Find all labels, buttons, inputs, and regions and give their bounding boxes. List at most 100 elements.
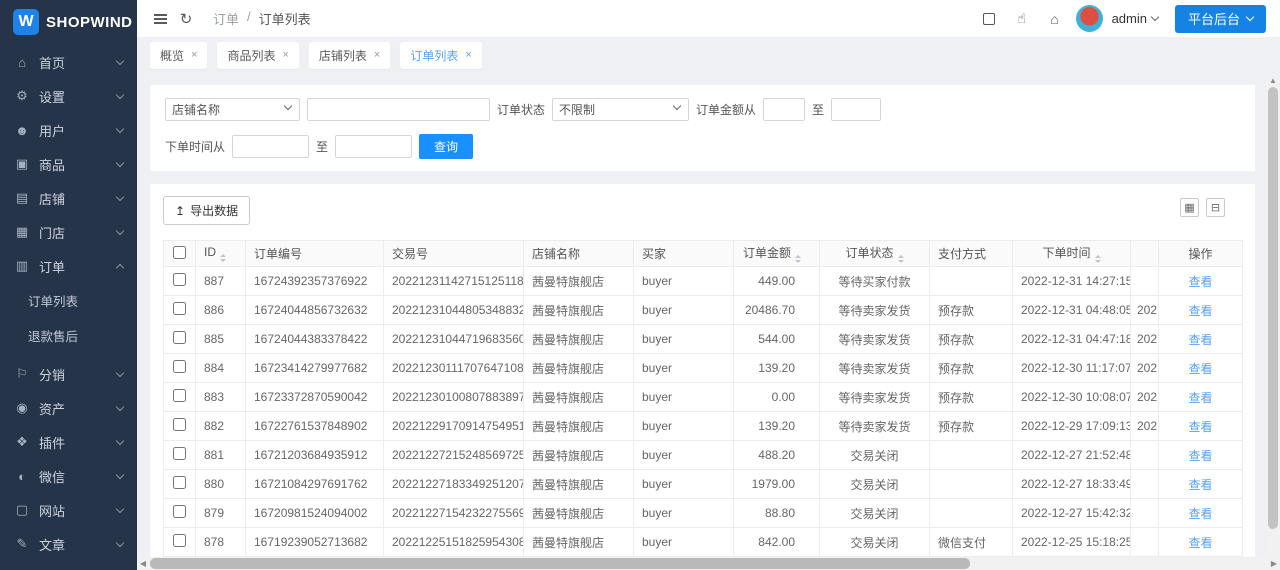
sidebar-item[interactable]: ▤ 店铺 (0, 181, 137, 215)
avatar[interactable] (1075, 5, 1103, 32)
chevron-down-icon (115, 538, 125, 547)
cell-id: 880 (195, 469, 246, 499)
vertical-scrollbar-thumb[interactable] (1268, 87, 1278, 529)
search-button[interactable]: 查询 (419, 134, 474, 159)
cell-store: 茜曼特旗舰店 (523, 353, 634, 383)
view-link[interactable]: 查看 (1188, 507, 1212, 521)
row-checkbox[interactable] (173, 505, 186, 518)
close-icon[interactable]: × (465, 49, 471, 61)
view-link[interactable]: 查看 (1188, 420, 1212, 434)
view-link[interactable]: 查看 (1188, 362, 1212, 376)
column-settings-button[interactable]: ▦ (1180, 198, 1199, 217)
time-end-input[interactable] (335, 135, 413, 158)
user-menu[interactable]: admin (1112, 11, 1160, 26)
keyword-input[interactable] (307, 98, 490, 121)
sidebar-item[interactable]: ◐ 微信 (0, 459, 137, 493)
close-icon[interactable]: × (374, 49, 380, 61)
view-link[interactable]: 查看 (1188, 449, 1212, 463)
row-checkbox[interactable] (173, 360, 186, 373)
table-row: 885 16724044383378422 202212310447196835… (163, 324, 1243, 354)
home-button[interactable]: ⌂ (1043, 7, 1067, 31)
clear-cache-button[interactable]: ☝ (1010, 7, 1034, 31)
view-link[interactable]: 查看 (1188, 478, 1212, 492)
sidebar-item[interactable]: ☻ 用户 (0, 113, 137, 147)
scroll-up-arrow-icon[interactable]: ▲ (1267, 76, 1279, 85)
row-checkbox[interactable] (173, 476, 186, 489)
sidebar-item[interactable]: 订单列表 (16, 287, 121, 314)
tab[interactable]: 概览 × (150, 41, 208, 69)
row-checkbox[interactable] (173, 331, 186, 344)
cell-id: 881 (195, 440, 246, 470)
website-icon: ▢ (15, 502, 29, 517)
collapse-menu-button[interactable] (147, 6, 173, 32)
cell-buyer: buyer (633, 382, 734, 412)
time-start-input[interactable] (232, 135, 310, 158)
scroll-left-arrow-icon[interactable]: ◀ (137, 559, 149, 568)
cell-payment: 预存款 (929, 295, 1013, 325)
row-checkbox[interactable] (173, 418, 186, 431)
cell-trade-no: 20221230111707647108 (383, 353, 524, 383)
col-header-id[interactable]: ID (195, 240, 246, 267)
tab[interactable]: 商品列表 × (217, 41, 299, 69)
col-header-status[interactable]: 订单状态 (819, 240, 930, 267)
cell-status: 交易关闭 (819, 527, 930, 557)
cell-buyer: buyer (633, 527, 734, 557)
table-row: 881 16721203684935912 202212272152485697… (163, 440, 1243, 470)
sidebar-item[interactable]: ⌂ 首页 (0, 45, 137, 79)
sidebar-item[interactable]: 退款售后 (16, 322, 121, 349)
cell-order-no: 16723414279977682 (245, 353, 384, 383)
horizontal-scrollbar[interactable]: ◀ ▶ (137, 557, 1280, 570)
row-checkbox[interactable] (173, 534, 186, 547)
row-checkbox[interactable] (173, 273, 186, 286)
platform-backend-button[interactable]: 平台后台 (1174, 4, 1266, 33)
col-header-time[interactable]: 下单时间 (1012, 240, 1131, 267)
wechat-icon: ◐ (18, 468, 26, 484)
print-button[interactable]: ⊟ (1206, 198, 1225, 217)
sidebar-item[interactable]: ⚐ 分销 (0, 357, 137, 391)
sidebar-item[interactable]: ❖ 插件 (0, 425, 137, 459)
tab[interactable]: 订单列表 × (400, 41, 482, 69)
field-select[interactable]: 店铺名称 (165, 98, 300, 121)
row-checkbox[interactable] (173, 389, 186, 402)
sidebar-item-label: 文章 (39, 537, 66, 553)
cell-store: 茜曼特旗舰店 (523, 266, 634, 296)
sidebar-item[interactable]: ⚙ 设置 (0, 79, 137, 113)
sidebar-item[interactable]: ◉ 资产 (0, 391, 137, 425)
view-link[interactable]: 查看 (1188, 391, 1212, 405)
view-link[interactable]: 查看 (1188, 536, 1212, 550)
col-header-amount[interactable]: 订单金额 (733, 240, 820, 267)
row-checkbox[interactable] (173, 302, 186, 315)
close-icon[interactable]: × (282, 49, 288, 61)
amount-max-input[interactable] (831, 98, 882, 121)
distribution-icon: ⚐ (16, 366, 28, 381)
view-link[interactable]: 查看 (1188, 275, 1212, 289)
sidebar-item[interactable]: ▦ 门店 (0, 215, 137, 249)
view-link[interactable]: 查看 (1188, 333, 1212, 347)
sidebar-item[interactable]: ▥ 订单 (0, 249, 137, 283)
close-icon[interactable]: × (191, 49, 197, 61)
amount-from-label: 订单金额从 (696, 103, 757, 117)
row-checkbox[interactable] (173, 447, 186, 460)
view-link[interactable]: 查看 (1188, 304, 1212, 318)
sort-icon (1094, 255, 1101, 263)
export-icon: ↥ (175, 203, 186, 218)
amount-min-input[interactable] (763, 98, 806, 121)
chevron-down-icon (115, 263, 125, 273)
fullscreen-button[interactable] (977, 7, 1001, 31)
scroll-right-arrow-icon[interactable]: ▶ (1268, 559, 1280, 568)
horizontal-scrollbar-thumb[interactable] (150, 558, 970, 569)
refresh-button[interactable]: ↻ (173, 6, 199, 32)
breadcrumb-separator: / (247, 9, 251, 24)
table-row: 880 16721084297691762 202212271833492512… (163, 469, 1243, 499)
breadcrumb-parent[interactable]: 订单 (213, 9, 239, 28)
select-all-checkbox[interactable] (173, 245, 186, 259)
sidebar-item[interactable]: ▢ 网站 (0, 493, 137, 527)
tab[interactable]: 店铺列表 × (308, 41, 391, 69)
status-select[interactable]: 不限制 (552, 98, 690, 121)
brand-logo[interactable]: W SHOPWIND (0, 0, 137, 44)
export-data-button[interactable]: ↥ 导出数据 (163, 196, 251, 225)
sidebar-item[interactable]: ✎ 文章 (0, 527, 137, 561)
vertical-scrollbar[interactable]: ▲ (1267, 74, 1279, 557)
sidebar-item[interactable]: ▣ 商品 (0, 147, 137, 181)
cell-status: 等待卖家发货 (819, 382, 930, 412)
